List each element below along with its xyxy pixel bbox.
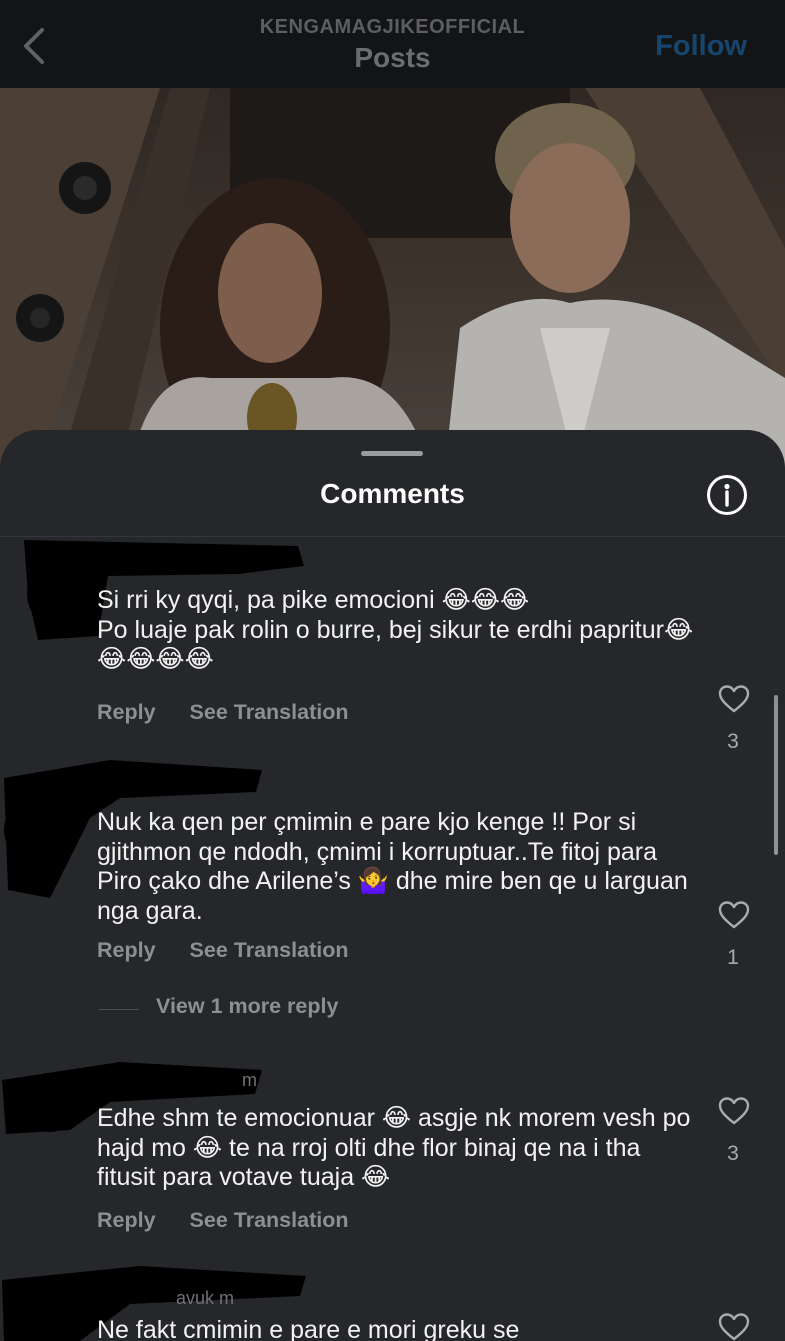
view-more-replies-button[interactable]: View 1 more reply [156, 994, 338, 1019]
replies-divider-line [99, 1009, 139, 1010]
comment-actions: Reply See Translation [97, 700, 376, 725]
see-translation-button[interactable]: See Translation [190, 938, 349, 962]
post-image [0, 88, 785, 468]
comment-text: Edhe shm te emocionuar 😂 asgje nk morem … [97, 1104, 691, 1191]
top-bar: KENGAMAGJIKEOFFICIAL Posts Follow [0, 0, 785, 88]
like-count: 3 [727, 730, 739, 753]
comment-text: Nuk ka qen per çmimin e pare kjo kenge !… [97, 808, 688, 925]
reply-button[interactable]: Reply [97, 938, 156, 962]
comment-text: Si rri ky qyqi, pa pike emocioni 😂😂😂 Po … [97, 586, 694, 673]
see-translation-button[interactable]: See Translation [190, 700, 349, 724]
comment-actions: Reply See Translation [97, 938, 376, 963]
drag-handle[interactable] [361, 451, 423, 456]
like-count: 3 [727, 1142, 739, 1165]
comment-username[interactable]: m [242, 1070, 257, 1091]
comments-title: Comments [320, 478, 465, 509]
scrollbar[interactable] [774, 695, 778, 855]
like-count: 1 [727, 946, 739, 969]
reply-button[interactable]: Reply [97, 700, 156, 724]
info-icon[interactable] [706, 474, 748, 516]
see-translation-button[interactable]: See Translation [190, 1208, 349, 1232]
heart-outline-icon[interactable] [718, 684, 750, 714]
heart-outline-icon[interactable] [718, 900, 750, 930]
comments-sheet: Comments Si rri ky qyqi, pa pike emocion… [0, 430, 785, 1341]
reply-button[interactable]: Reply [97, 1208, 156, 1232]
post-photo[interactable] [0, 88, 785, 468]
heart-outline-icon[interactable] [718, 1096, 750, 1126]
comment-text: Ne fakt cmimin e pare e mori greku se [97, 1316, 520, 1341]
comment-username[interactable]: avuk m [176, 1288, 234, 1309]
comment-actions: Reply See Translation [97, 1208, 376, 1233]
follow-button[interactable]: Follow [655, 30, 747, 63]
heart-outline-icon[interactable] [718, 1312, 750, 1341]
